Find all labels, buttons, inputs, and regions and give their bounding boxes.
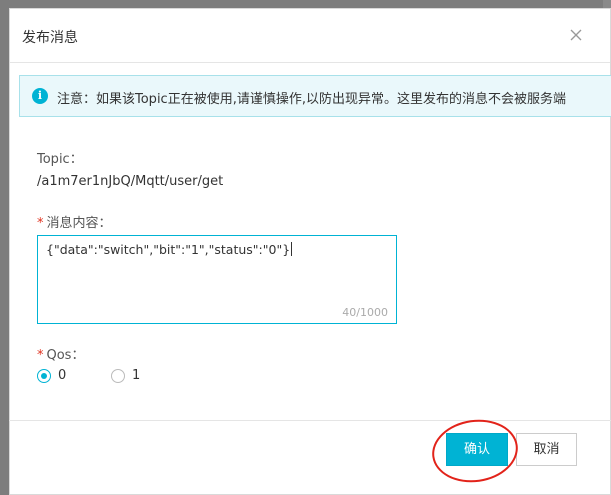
qos-option-label: 1	[132, 368, 141, 383]
required-mark: *	[37, 348, 44, 363]
qos-label-row: * Qos：	[37, 344, 84, 363]
footer-divider	[9, 420, 611, 421]
qos-label: Qos：	[46, 348, 85, 363]
topic-label: Topic：	[37, 152, 83, 167]
char-counter: 40/1000	[342, 306, 388, 319]
dialog-title: 发布消息	[22, 30, 78, 46]
radio-unchecked-icon	[111, 369, 125, 383]
message-content-value: {"data":"switch","bit":"1","status":"0"}	[46, 242, 293, 257]
warning-notice: i 注意：如果该Topic正在被使用,请谨慎操作,以防出现异常。这里发布的消息不…	[19, 75, 611, 117]
close-icon[interactable]	[566, 25, 586, 45]
info-icon: i	[32, 88, 48, 104]
message-label: 消息内容：	[46, 216, 112, 231]
cancel-button[interactable]: 取消	[516, 433, 577, 466]
qos-option-label: 0	[58, 368, 67, 383]
dialog-header: 发布消息	[10, 9, 610, 63]
confirm-button[interactable]: 确认	[446, 433, 508, 466]
message-label-row: * 消息内容：	[37, 212, 112, 231]
notice-text: 注意：如果该Topic正在被使用,请谨慎操作,以防出现异常。这里发布的消息不会被…	[57, 92, 566, 107]
required-mark: *	[37, 216, 44, 231]
message-content-textarea[interactable]: {"data":"switch","bit":"1","status":"0"}…	[37, 235, 397, 324]
radio-checked-icon	[37, 369, 51, 383]
topic-value: /a1m7er1nJbQ/Mqtt/user/get	[37, 174, 224, 189]
